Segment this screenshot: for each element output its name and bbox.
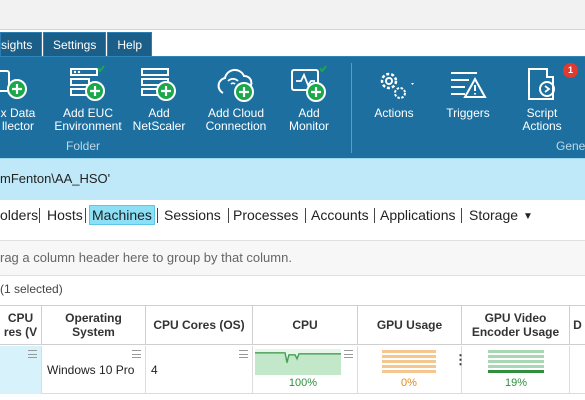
gpu-encoder-percent: 19% <box>504 377 528 389</box>
nav-machines[interactable]: Machines <box>89 205 155 225</box>
add-netscaler-button[interactable]: Add NetScaler <box>128 57 190 147</box>
add-data-collector-button[interactable]: x Data llector <box>0 57 44 147</box>
euc-environment-add-icon <box>65 63 111 107</box>
path-text: mFenton\AA_HSO' <box>0 171 111 186</box>
netscaler-add-icon <box>136 63 182 107</box>
nav-applications[interactable]: Applications <box>380 206 456 226</box>
nav-separator <box>374 208 375 223</box>
cpu-percent: 100% <box>288 377 318 389</box>
column-header-gpu-video-encoder-usage[interactable]: GPU Video Encoder Usage <box>462 305 570 345</box>
ribbon-toolbar: x Data llector Add EUC Environment Add N… <box>0 56 585 158</box>
nav-accounts[interactable]: Accounts <box>311 206 369 226</box>
menu-tabs: sights Settings Help <box>0 32 153 56</box>
cpu-cores-value: 4 <box>151 363 158 377</box>
drag-grip-icon <box>132 350 141 358</box>
gpu-encoder-bars <box>488 350 544 373</box>
nav-hosts[interactable]: Hosts <box>47 206 83 226</box>
cloud-connection-add-icon <box>213 63 259 107</box>
nav-separator <box>305 208 306 223</box>
cell-cpu-cores-v <box>0 346 42 394</box>
column-header-d[interactable]: D <box>570 305 585 345</box>
nav-storage[interactable]: Storage <box>469 206 518 226</box>
nav-separator <box>39 208 40 223</box>
folder-group-label: Folder <box>66 139 101 153</box>
data-collector-add-icon <box>0 63 41 107</box>
table-row[interactable]: Windows 10 Pro 4 100% ⋮ 0% 19% <box>0 346 585 394</box>
nav-separator <box>461 208 462 223</box>
monitor-add-icon <box>286 63 332 107</box>
tab-insights[interactable]: sights <box>0 32 42 56</box>
drag-grip-icon <box>344 350 353 358</box>
add-netscaler-label: Add NetScaler <box>132 106 186 133</box>
add-monitor-label: Add Monitor <box>288 106 329 133</box>
cell-gpu-usage: ⋮ 0% <box>358 346 467 394</box>
drag-grip-icon <box>28 350 37 358</box>
add-euc-environment-button[interactable]: Add EUC Environment <box>50 57 126 147</box>
cell-cpu-cores-os: 4 <box>146 346 253 394</box>
add-data-collector-label: x Data llector <box>0 106 36 133</box>
nav-separator <box>228 208 229 223</box>
group-by-hint: rag a column header here to group by tha… <box>0 250 292 265</box>
drag-grip-icon <box>239 350 248 358</box>
actions-button[interactable]: Actions <box>362 57 426 147</box>
add-cloud-connection-label: Add Cloud Connection <box>205 106 267 133</box>
nav-sessions[interactable]: Sessions <box>164 206 221 226</box>
nav-separator <box>157 208 158 223</box>
column-header-cpu-cores-os[interactable]: CPU Cores (OS) <box>146 305 253 345</box>
actions-label: Actions <box>374 106 414 120</box>
os-value: Windows 10 Pro <box>47 363 135 377</box>
column-header-cpu-cores-v[interactable]: CPU res (V <box>0 305 42 345</box>
nav-separator <box>85 208 86 223</box>
column-header-operating-system[interactable]: Operating System <box>42 305 146 345</box>
nav-folders[interactable]: olders <box>0 206 38 226</box>
triggers-button[interactable]: Triggers <box>438 57 498 147</box>
selection-count: (1 selected) <box>0 282 63 296</box>
nav-processes[interactable]: Processes <box>233 206 298 226</box>
window-titlebar <box>0 0 585 30</box>
column-header-gpu-usage[interactable]: GPU Usage <box>358 305 462 345</box>
tab-settings[interactable]: Settings <box>43 32 107 56</box>
group-by-area[interactable]: rag a column header here to group by tha… <box>0 240 585 276</box>
cell-operating-system: Windows 10 Pro <box>42 346 146 394</box>
add-cloud-connection-button[interactable]: Add Cloud Connection <box>200 57 272 147</box>
gpu-usage-percent: 0% <box>401 377 417 389</box>
triggers-icon <box>445 63 491 107</box>
caret-down-icon[interactable]: ▼ <box>523 208 533 228</box>
add-monitor-button[interactable]: Add Monitor <box>280 57 338 147</box>
tab-help[interactable]: Help <box>107 32 153 56</box>
ribbon-separator <box>351 63 352 153</box>
general-group-label: Gene <box>556 139 585 153</box>
triggers-label: Triggers <box>446 106 490 120</box>
path-bar: mFenton\AA_HSO' <box>0 158 585 200</box>
cell-cpu: 100% <box>253 346 358 394</box>
script-icon <box>519 63 565 107</box>
notification-badge: 1 <box>563 63 578 78</box>
view-nav: olders Hosts Machines Sessions Processes… <box>0 200 585 232</box>
gear-icon <box>371 63 417 107</box>
script-actions-label: Script Actions <box>522 106 562 133</box>
column-header-cpu[interactable]: CPU <box>253 305 358 345</box>
cell-gpu-encoder: 19% <box>462 346 570 394</box>
cell-d <box>570 346 585 394</box>
gpu-usage-bars <box>382 350 436 373</box>
add-euc-environment-label: Add EUC Environment <box>54 106 122 133</box>
selection-bar: (1 selected) <box>0 277 585 303</box>
cpu-sparkline <box>255 349 341 375</box>
